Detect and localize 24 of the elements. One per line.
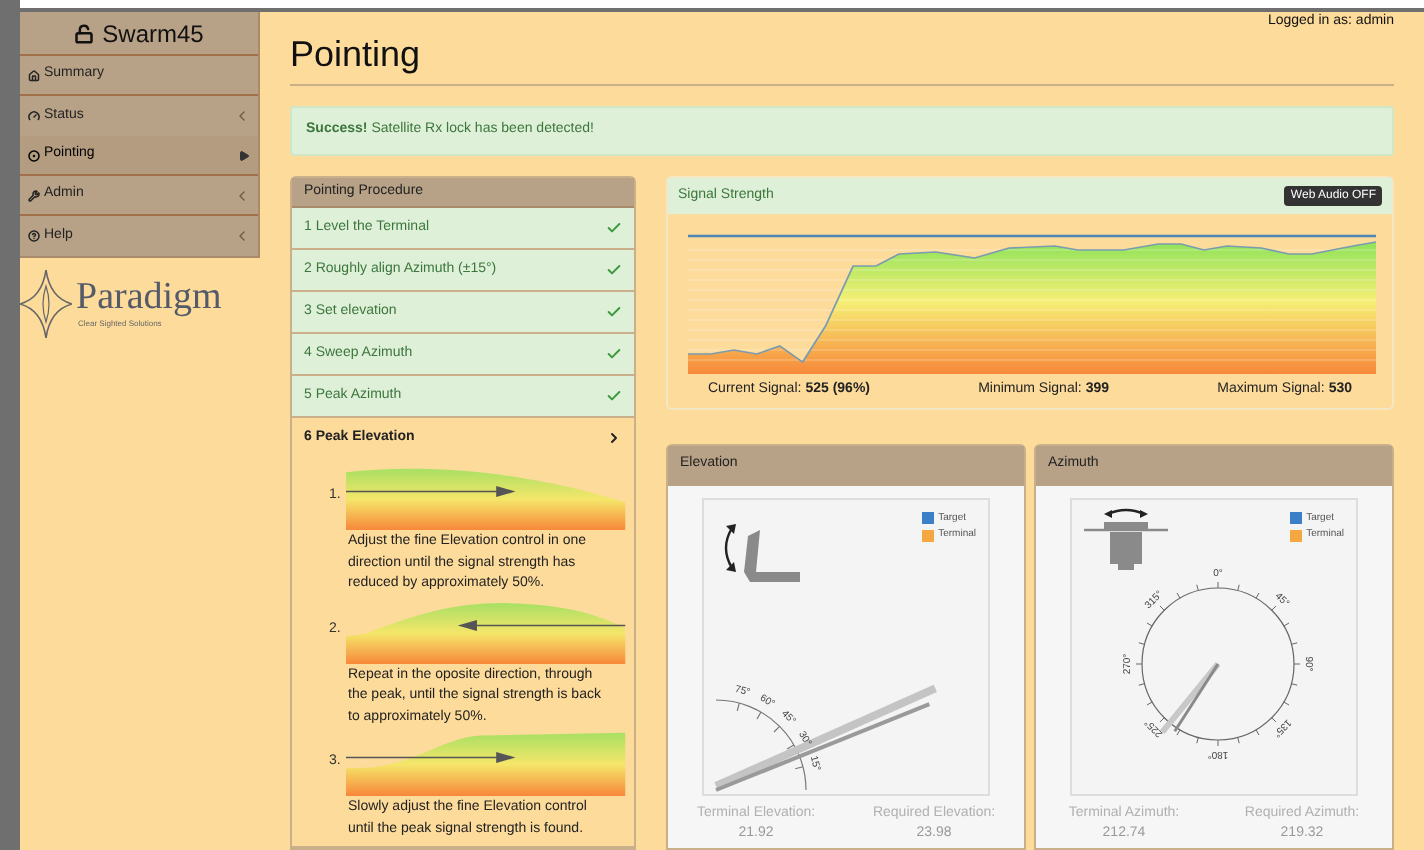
chevron-right-icon — [606, 430, 622, 446]
triangle-icon — [238, 149, 250, 161]
chevron-left-icon — [234, 228, 250, 244]
target-icon — [28, 149, 40, 161]
check-icon — [606, 346, 622, 362]
check-icon — [606, 304, 622, 320]
dish-rotate-icon — [1084, 507, 1168, 569]
help-icon — [28, 230, 40, 242]
target-needle — [1159, 661, 1221, 733]
page-title: Pointing — [290, 32, 1394, 86]
star-logo-icon — [20, 270, 72, 338]
unlock-icon — [74, 23, 95, 43]
dish-tilt-icon — [724, 523, 800, 581]
check-icon — [606, 388, 622, 404]
gauge-icon — [28, 110, 40, 122]
wrench-icon — [28, 189, 40, 201]
check-icon — [606, 262, 622, 278]
home-icon — [28, 69, 40, 81]
chevron-left-icon — [234, 187, 250, 203]
title-text: Swarm45 — [102, 17, 204, 51]
terminal-needle — [1173, 662, 1220, 732]
chevron-left-icon — [234, 108, 250, 124]
check-icon — [606, 220, 622, 236]
logo-name: Paradigm — [76, 278, 222, 318]
